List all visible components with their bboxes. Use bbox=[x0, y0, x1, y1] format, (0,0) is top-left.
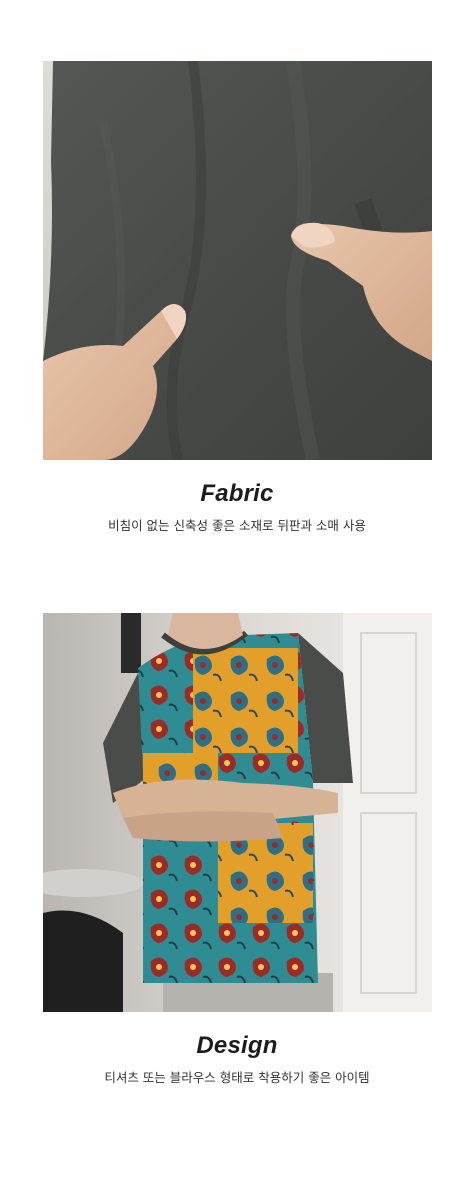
model-wearing-shirt-image bbox=[43, 613, 432, 1012]
fabric-heading: Fabric bbox=[200, 480, 274, 507]
design-photo bbox=[43, 613, 432, 1012]
design-description: 티셔츠 또는 블라우스 형태로 착용하기 좋은 아이템 bbox=[104, 1070, 370, 1085]
fabric-photo bbox=[43, 61, 432, 460]
fabric-closeup-image bbox=[43, 61, 432, 460]
fabric-description: 비침이 없는 신축성 좋은 소재로 뒤판과 소매 사용 bbox=[108, 518, 366, 533]
design-heading: Design bbox=[196, 1032, 278, 1059]
